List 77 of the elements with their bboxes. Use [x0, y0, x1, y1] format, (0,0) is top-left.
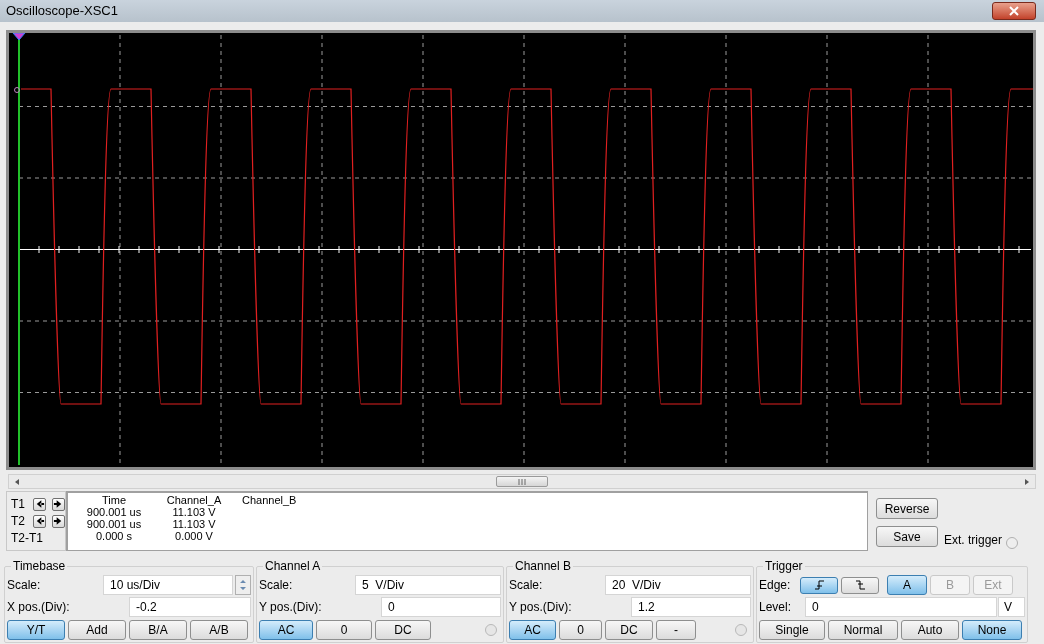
mode-button[interactable]: AC: [509, 620, 556, 640]
scale-field[interactable]: 5 V/Div: [355, 575, 501, 595]
mode-button[interactable]: Normal: [828, 620, 898, 640]
radio-button[interactable]: [735, 624, 747, 636]
field-label: X pos.(Div):: [7, 599, 70, 616]
arrow-icon: [53, 498, 64, 510]
radio-button[interactable]: [1006, 537, 1019, 549]
radio-button[interactable]: [485, 624, 497, 636]
ext-trigger-label: Ext. trigger: [944, 532, 1003, 549]
action-button[interactable]: Reverse: [876, 498, 938, 519]
edge-icon: [812, 579, 826, 591]
scale-field[interactable]: 10 us/Div: [103, 575, 233, 595]
scrollbar-thumb[interactable]: [496, 476, 548, 487]
mode-button[interactable]: -: [656, 620, 696, 640]
mode-button[interactable]: None: [962, 620, 1022, 640]
field-label: Edge:: [759, 577, 792, 594]
cursor-step-button[interactable]: [52, 497, 65, 511]
field-label: Y pos.(Div):: [259, 599, 322, 616]
edge-icon: [853, 579, 867, 591]
close-button[interactable]: [992, 2, 1036, 20]
panel-title: Timebase: [12, 558, 67, 575]
mode-button[interactable]: A/B: [190, 620, 248, 640]
panel-title: Channel B: [514, 558, 573, 575]
right-arrow-icon[interactable]: [1023, 477, 1031, 486]
field-label: Level:: [759, 599, 793, 616]
mode-button[interactable]: A: [887, 575, 927, 595]
table-cell-text: 0.000 s: [94, 530, 134, 542]
mode-button[interactable]: Y/T: [7, 620, 65, 640]
field-label: Y pos.(Div):: [509, 599, 572, 616]
position-field[interactable]: -0.2: [129, 597, 251, 617]
panel-title: Trigger: [764, 558, 804, 575]
spinner-arrows-icon: [238, 578, 248, 592]
mode-button[interactable]: DC: [375, 620, 431, 640]
level-field[interactable]: 0: [805, 597, 997, 617]
table-cell-text: 900.001 us: [85, 506, 143, 518]
mode-button[interactable]: AC: [259, 620, 313, 640]
cursor-label: T2-T1: [11, 530, 43, 547]
position-field[interactable]: 0: [381, 597, 501, 617]
scale-field[interactable]: 20 V/Div: [605, 575, 751, 595]
mode-button[interactable]: B/A: [129, 620, 187, 640]
arrow-icon: [34, 498, 45, 510]
field-label: Scale:: [509, 577, 543, 594]
falling-edge-button[interactable]: [841, 576, 879, 594]
cursor-step-button[interactable]: [33, 514, 46, 528]
left-arrow-icon[interactable]: [13, 477, 21, 486]
field-label: Scale:: [7, 577, 41, 594]
table-cell-text: 11.103 V: [171, 518, 217, 530]
table-cell-text: 11.103 V: [171, 506, 217, 518]
arrow-icon: [34, 515, 45, 527]
table-cell-text: 0.000 V: [174, 530, 214, 542]
position-field[interactable]: 1.2: [631, 597, 751, 617]
column-header: Channel_A: [165, 494, 223, 506]
cursor-marker-icon[interactable]: [12, 33, 26, 41]
mode-button[interactable]: 0: [559, 620, 602, 640]
field-label: Scale:: [259, 577, 293, 594]
rising-edge-button[interactable]: [800, 576, 838, 594]
cursor-step-button[interactable]: [33, 497, 46, 511]
cursor-label: T2: [11, 513, 26, 530]
mode-button[interactable]: Single: [759, 620, 825, 640]
mode-button[interactable]: DC: [605, 620, 653, 640]
cursor-step-button[interactable]: [52, 514, 65, 528]
mode-button[interactable]: Auto: [901, 620, 959, 640]
panel-title: Channel A: [264, 558, 322, 575]
column-header: Channel_B: [241, 494, 298, 506]
trace-marker-icon: [14, 87, 20, 93]
unit-label: V: [998, 597, 1025, 617]
close-icon: [1009, 6, 1019, 16]
mode-button[interactable]: Add: [68, 620, 126, 640]
window-title: Oscilloscope-XSC1: [6, 2, 118, 21]
arrow-icon: [53, 515, 64, 527]
table-cell-text: 900.001 us: [85, 518, 143, 530]
mode-button[interactable]: 0: [316, 620, 372, 640]
cursor-label: T1: [11, 496, 26, 513]
action-button[interactable]: Save: [876, 526, 938, 547]
horizontal-scrollbar[interactable]: [8, 474, 1036, 489]
spinner-button[interactable]: [235, 575, 251, 595]
column-header: Time: [100, 494, 127, 506]
